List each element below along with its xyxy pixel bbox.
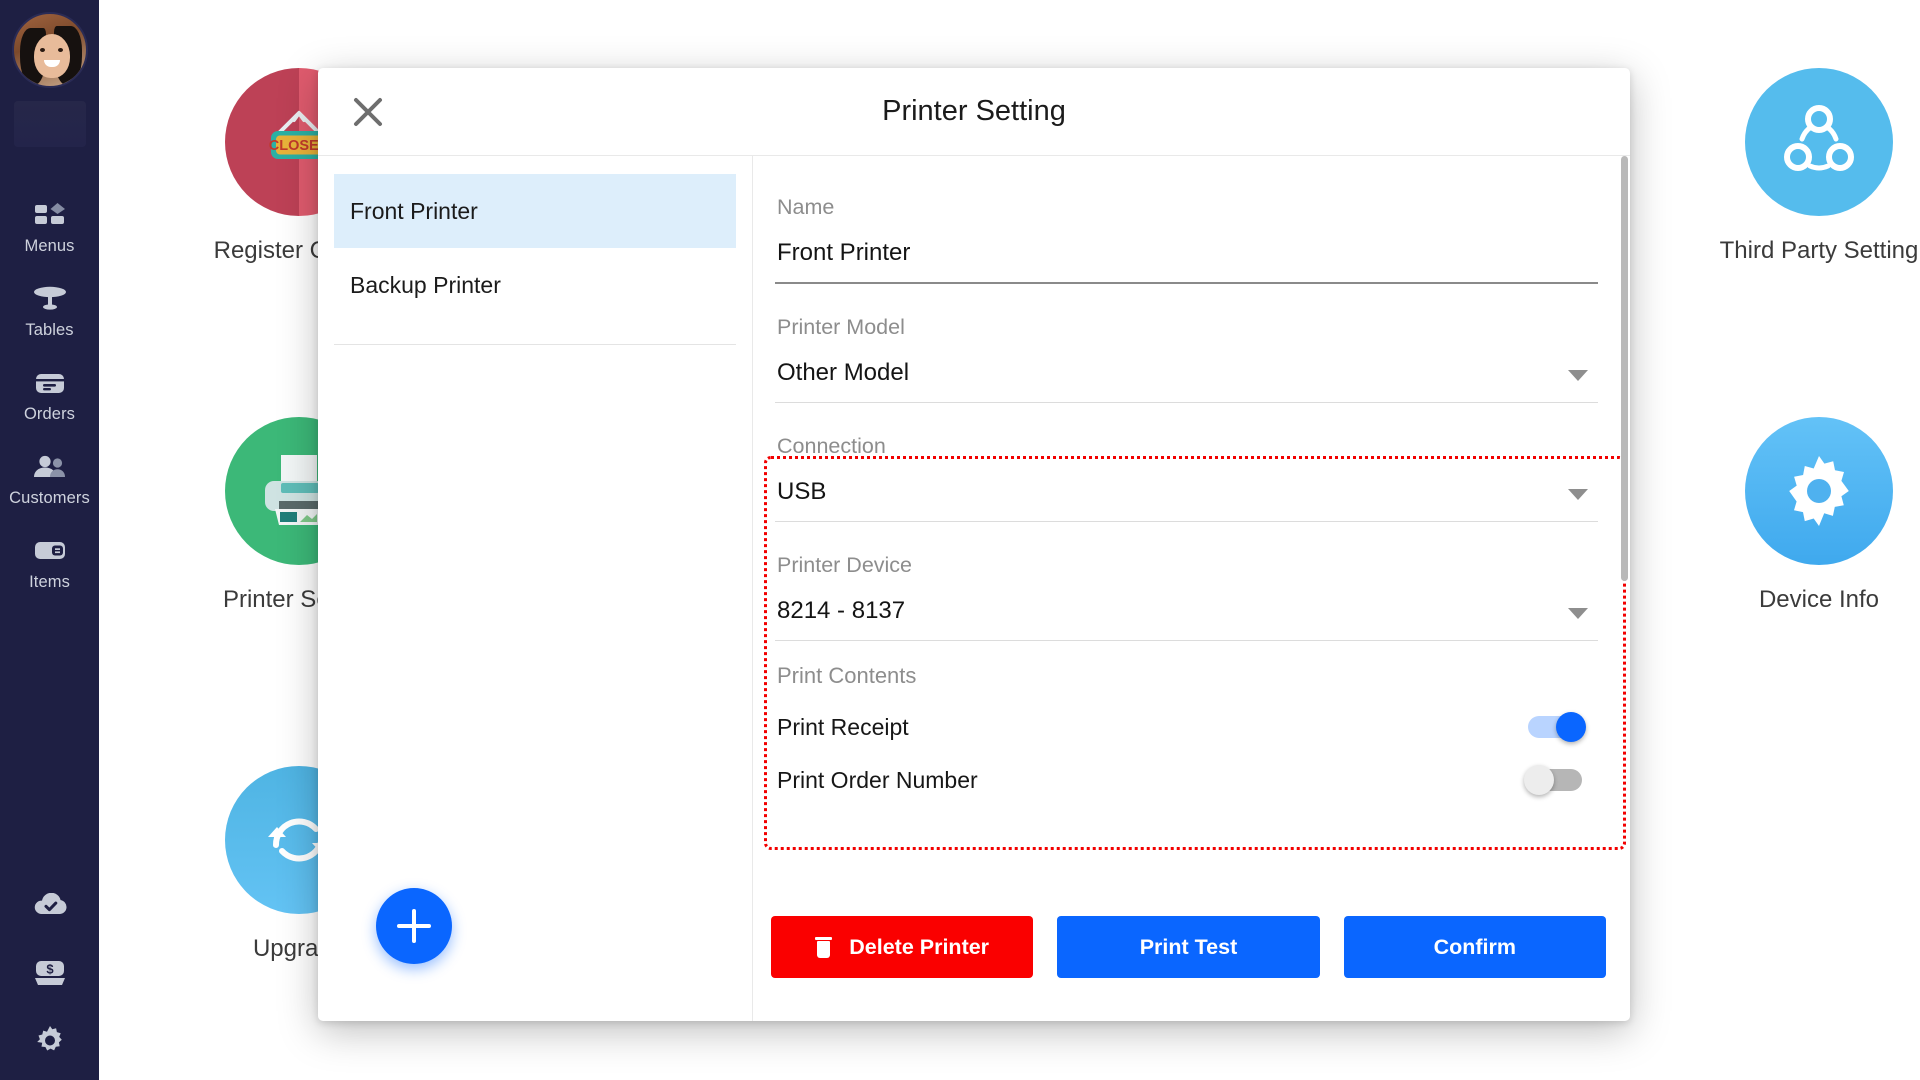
trash-icon (815, 936, 833, 958)
toggle-row-print-receipt: Print Receipt (775, 689, 1598, 742)
button-label: Delete Printer (849, 934, 990, 959)
form-scroll-area[interactable]: Name Front Printer Printer Model Other M… (753, 156, 1630, 873)
toggle-label: Print Receipt (777, 713, 909, 740)
add-printer-button[interactable] (376, 888, 452, 964)
button-label: Print Test (1139, 934, 1238, 959)
field-connection: Connection USB (775, 403, 1598, 522)
field-label: Printer Model (777, 315, 905, 339)
print-test-button[interactable]: Print Test (1057, 916, 1320, 978)
printer-device-select[interactable]: 8214 - 8137 (775, 578, 1598, 640)
print-order-number-toggle[interactable] (1524, 765, 1586, 795)
field-label: Name (777, 195, 835, 219)
modal-overlay: Printer Setting Front Printer Backup Pri… (0, 0, 1920, 1080)
list-item-label: Backup Printer (350, 271, 501, 298)
dialog-title: Printer Setting (882, 95, 1066, 127)
printer-model-select[interactable]: Other Model (775, 340, 1598, 402)
chevron-down-icon[interactable] (1568, 489, 1588, 500)
printer-list-item-front[interactable]: Front Printer (334, 174, 736, 248)
toggle-row-print-order-number: Print Order Number (775, 742, 1598, 795)
toggle-label: Print Order Number (777, 766, 978, 793)
dialog-header: Printer Setting (318, 68, 1630, 156)
confirm-button[interactable]: Confirm (1343, 916, 1606, 978)
divider (334, 344, 736, 345)
chevron-down-icon[interactable] (1568, 608, 1588, 619)
printer-setting-dialog: Printer Setting Front Printer Backup Pri… (318, 68, 1630, 1021)
list-item-label: Front Printer (350, 197, 478, 224)
dialog-body: Front Printer Backup Printer Name Front … (318, 156, 1630, 1021)
print-contents-label: Print Contents (777, 663, 917, 688)
field-label: Printer Device (777, 553, 913, 577)
field-label: Connection (777, 434, 886, 458)
dialog-footer: Delete Printer Print Test Confirm (753, 873, 1630, 1021)
print-receipt-toggle[interactable] (1524, 712, 1586, 742)
connection-select[interactable]: USB (775, 459, 1598, 521)
chevron-down-icon[interactable] (1568, 370, 1588, 381)
button-label: Confirm (1433, 934, 1517, 959)
form-scrollbar[interactable] (1621, 156, 1628, 873)
field-printer-model: Printer Model Other Model (775, 284, 1598, 403)
field-printer-device: Printer Device 8214 - 8137 (775, 522, 1598, 641)
close-icon[interactable] (344, 88, 392, 136)
field-name: Name Front Printer (775, 182, 1598, 284)
delete-printer-button[interactable]: Delete Printer (771, 916, 1034, 978)
name-input[interactable]: Front Printer (775, 220, 1598, 282)
field-underline (775, 640, 1598, 641)
printer-list-item-backup[interactable]: Backup Printer (334, 248, 736, 322)
printer-list-panel: Front Printer Backup Printer (318, 156, 753, 1021)
printer-form-panel: Name Front Printer Printer Model Other M… (753, 156, 1630, 1021)
